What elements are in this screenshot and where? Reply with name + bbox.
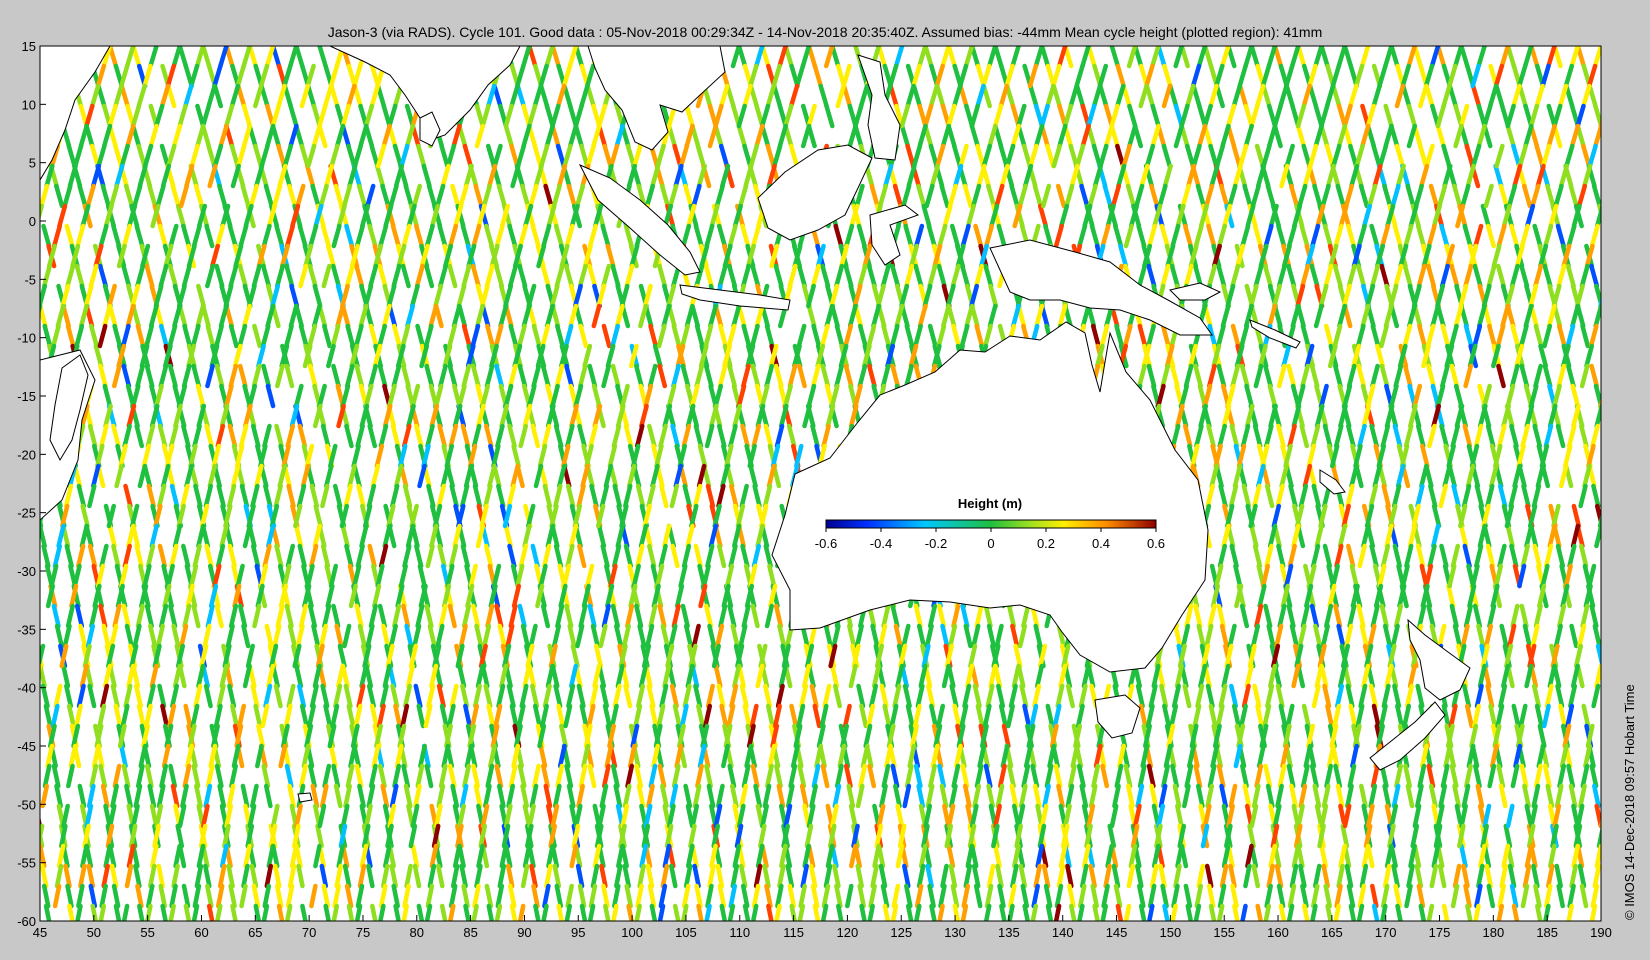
track-segment (1606, 326, 1611, 346)
track-segment (40, 123, 43, 135)
track-segment (32, 886, 36, 906)
track-segment (32, 486, 37, 506)
track-segment (1605, 426, 1610, 446)
track-segment (1598, 523, 1601, 536)
track-segment (40, 303, 43, 315)
track-segment (1598, 663, 1601, 676)
track-segment (1605, 546, 1610, 566)
track-segment (1605, 886, 1609, 906)
track-segment (1598, 303, 1601, 315)
track-segment (40, 202, 41, 208)
track-segment (1603, 866, 1607, 886)
track-segment (40, 523, 43, 537)
track-segment (1598, 46, 1601, 54)
track-segment (31, 366, 36, 386)
track-segment (40, 816, 43, 829)
track-segment (40, 663, 43, 676)
altimetry-map: 45 50 55 60 65 70 75 80 85 90 95 100 105 110 115 120 125… (17, 39, 1612, 940)
track-segment (32, 546, 37, 566)
track-segment (1604, 686, 1609, 706)
track-segment (31, 226, 37, 246)
track-segment (1605, 226, 1611, 246)
track-segment (1598, 843, 1601, 857)
track-segment (1598, 123, 1601, 135)
track-segment (31, 426, 36, 446)
